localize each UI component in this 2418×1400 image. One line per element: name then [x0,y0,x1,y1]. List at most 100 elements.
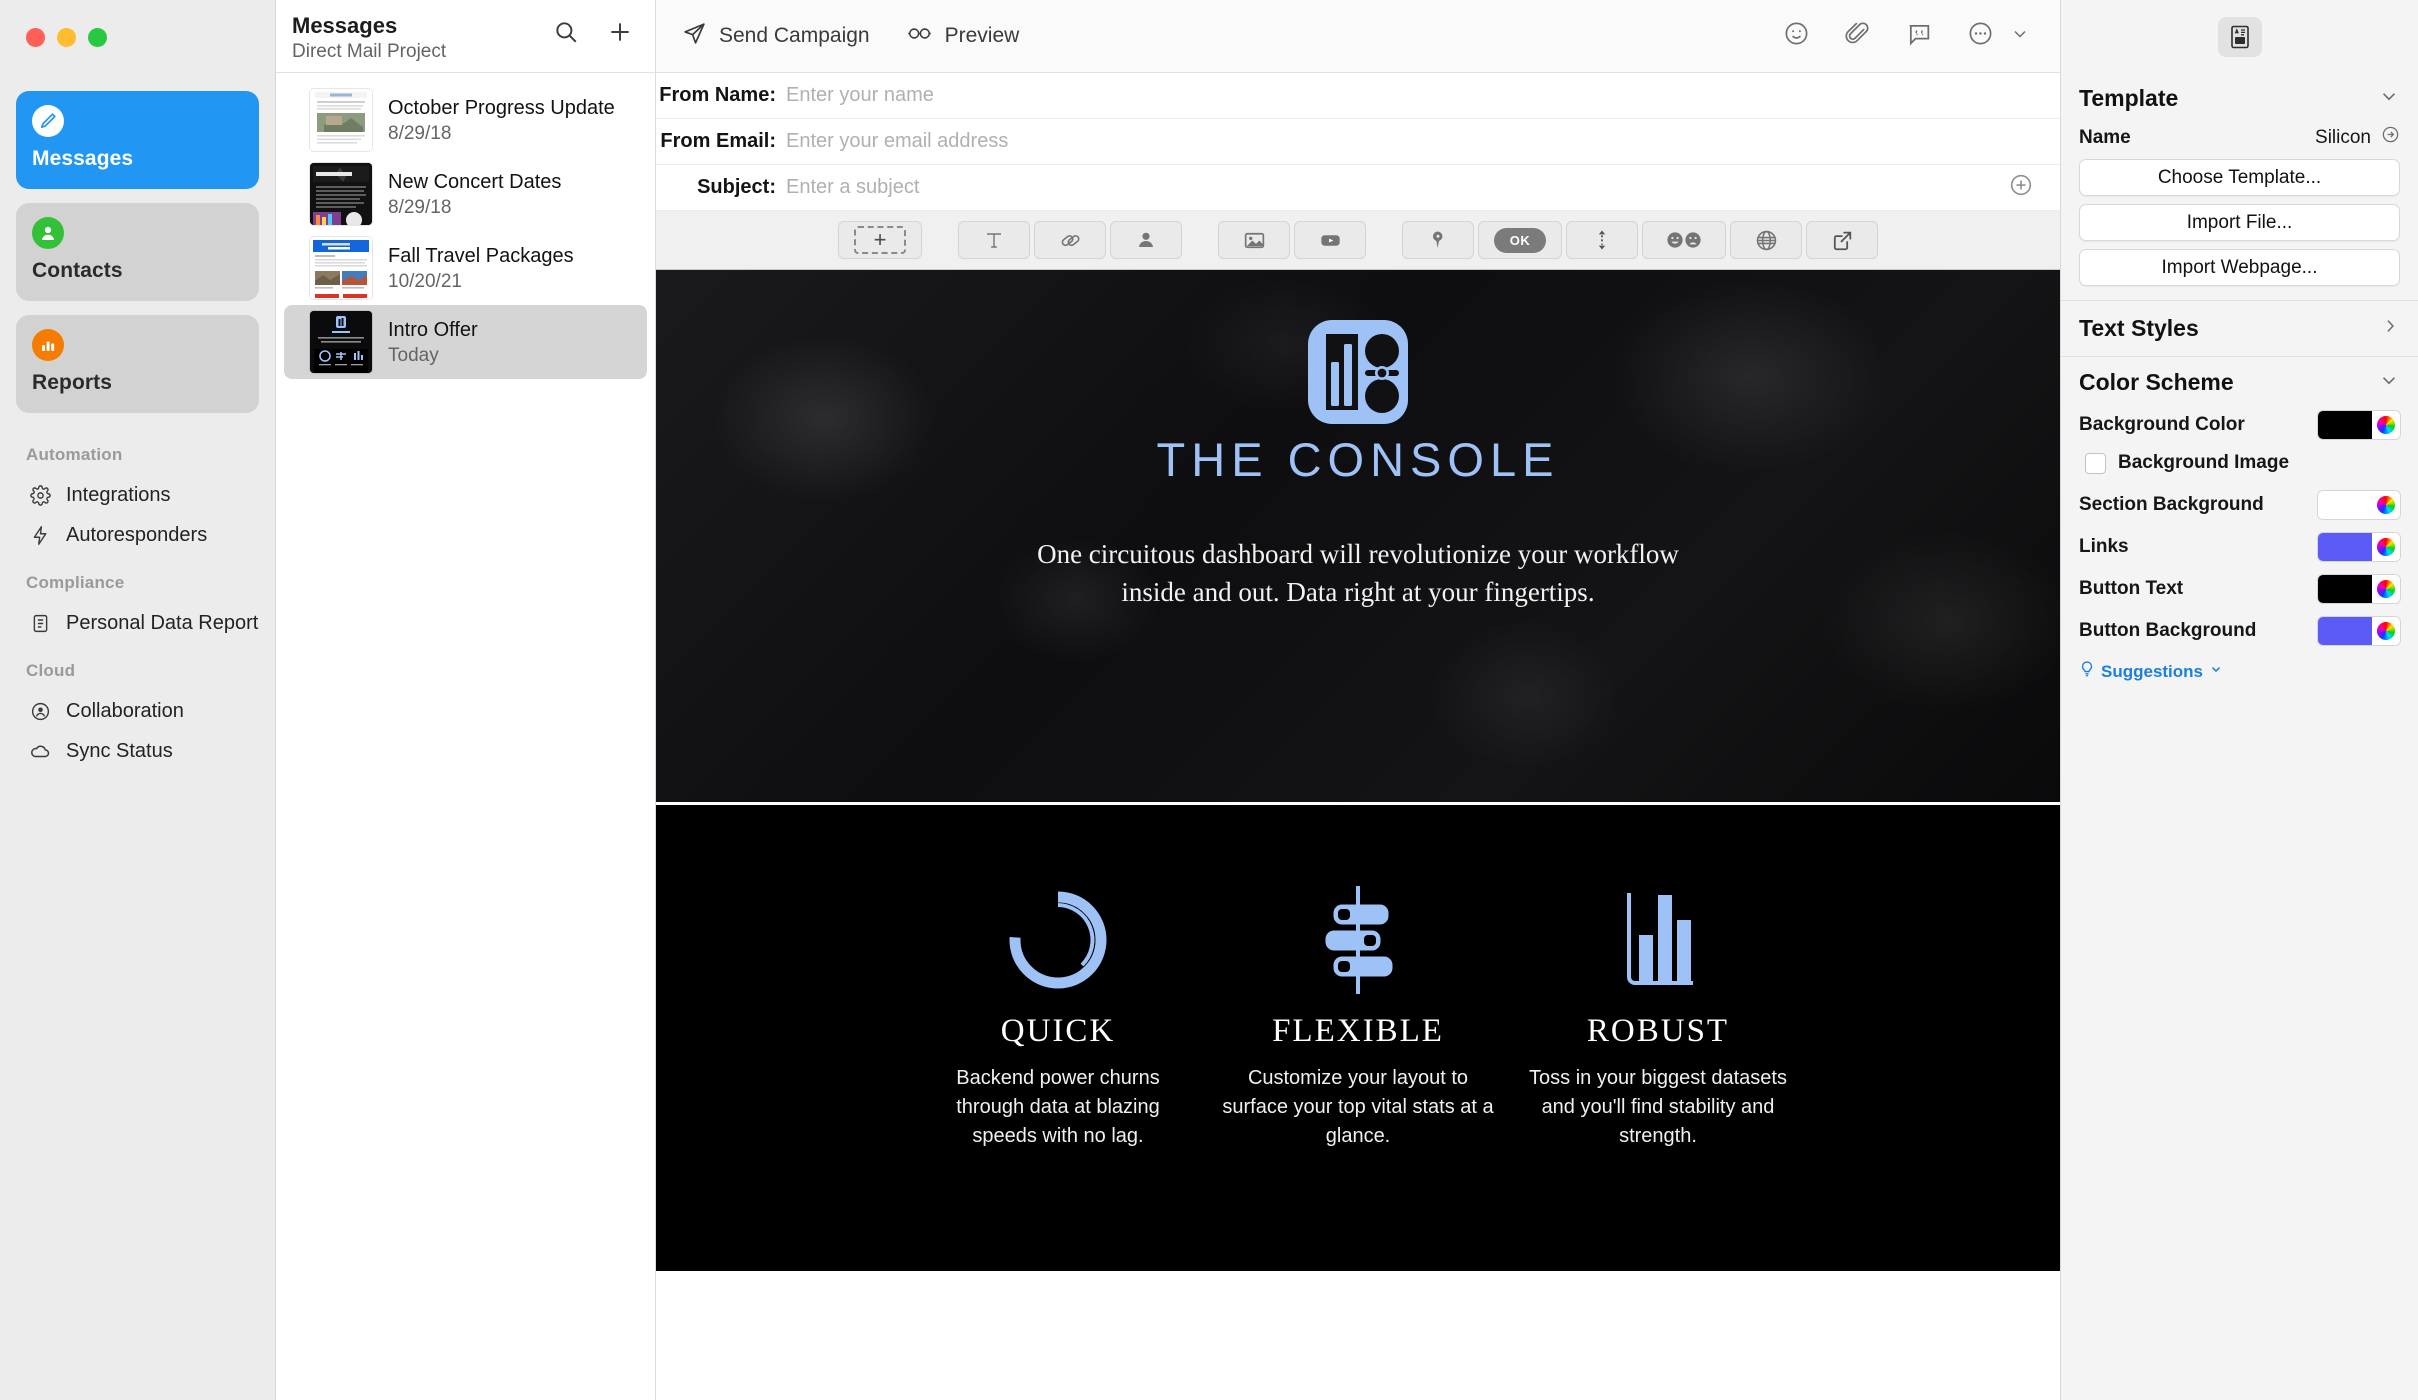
sidebar-item-collaboration[interactable]: Collaboration [0,691,275,731]
message-name: New Concert Dates [388,170,562,193]
inspector-section-color-scheme: Color Scheme Background Color Background… [2061,357,2418,697]
list-item[interactable]: October Progress Update 8/29/18 [284,83,647,157]
page-title: Messages [292,13,398,38]
import-file-button[interactable]: Import File... [2079,204,2400,241]
link-icon[interactable] [1034,221,1106,259]
bolt-icon [28,523,52,547]
minimize-button[interactable] [57,28,76,47]
person-icon[interactable] [1110,221,1182,259]
person-icon [32,217,64,249]
background-image-checkbox[interactable] [2085,452,2106,474]
sidebar-item-integrations[interactable]: Integrations [0,475,275,515]
globe-icon[interactable] [1730,221,1802,259]
happy-sad-icon[interactable] [1642,221,1726,259]
sidebar-group-title-compliance: Compliance [26,573,125,592]
sidebar-item-label: Messages [32,147,134,170]
sidebar-item-personal-data-report[interactable]: Personal Data Report [0,603,275,643]
color-row-background-color: Background Color [2079,404,2400,446]
plus-circle-icon[interactable] [2008,172,2034,203]
ok-button-icon[interactable]: OK [1478,221,1562,259]
feature-robust[interactable]: ROBUST Toss in your biggest datasets and… [1508,875,1808,1151]
ok-pill-label: OK [1493,227,1547,253]
sidebar-item-reports[interactable]: Reports [16,315,259,413]
chevron-down-icon[interactable] [2378,369,2400,396]
chevron-down-icon[interactable] [2209,662,2223,681]
links-color-swatch[interactable] [2318,533,2400,561]
color-fill [2318,533,2372,561]
close-button[interactable] [26,28,45,47]
button-text-color-swatch[interactable] [2318,575,2400,603]
list-item[interactable]: Intro Offer Today [284,305,647,379]
console-dashboard-logo [1308,320,1408,424]
sidebar-item-sync-status[interactable]: Sync Status [0,731,275,771]
color-wheel-icon[interactable] [2372,491,2400,519]
import-webpage-button[interactable]: Import Webpage... [2079,249,2400,286]
color-wheel-icon[interactable] [2372,533,2400,561]
feature-title: ROBUST [1586,1013,1730,1049]
sidebar-item-contacts[interactable]: Contacts [16,203,259,301]
email-tagline-line1: One circuitous dashboard will revolution… [1037,539,1679,569]
image-icon[interactable] [1218,221,1290,259]
video-icon[interactable] [1294,221,1366,259]
cloud-icon [28,739,52,763]
comment-quote-icon[interactable] [1905,20,1933,53]
field-row-from-name: From Name: [656,73,2060,119]
sidebar-item-autoresponders[interactable]: Autoresponders [0,515,275,555]
plus-icon[interactable] [607,19,633,50]
email-tagline-line2: inside and out. Data right at your finge… [1121,577,1595,608]
color-scheme-section-header[interactable]: Color Scheme [2079,357,2400,404]
text-styles-section-header[interactable]: Text Styles [2079,301,2400,356]
email-hero-section[interactable]: THE CONSOLE One circuitous dashboard wil… [656,270,2060,805]
email-features-section[interactable]: QUICK Backend power churns through data … [656,805,2060,1271]
color-wheel-icon[interactable] [2372,411,2400,439]
editor-group-add: + [838,221,922,259]
color-fill [2318,617,2372,645]
list-item[interactable]: New Concert Dates 8/29/18 [284,157,647,231]
chevron-down-icon[interactable] [2010,24,2030,49]
email-canvas[interactable]: THE CONSOLE One circuitous dashboard wil… [656,270,2060,1400]
color-wheel-icon[interactable] [2372,617,2400,645]
list-item[interactable]: Fall Travel Packages 10/20/21 [284,231,647,305]
from-email-input[interactable] [786,130,2034,153]
paperclip-icon[interactable] [1844,20,1871,52]
campaign-toolbar: Send Campaign Preview [656,0,2060,73]
template-heading: Template [2079,85,2179,111]
button-background-color-swatch[interactable] [2318,617,2400,645]
choose-template-button[interactable]: Choose Template... [2079,159,2400,196]
map-pin-icon[interactable] [1402,221,1474,259]
feature-flexible[interactable]: FLEXIBLE Customize your layout to surfac… [1208,875,1508,1151]
section-background-swatch[interactable] [2318,491,2400,519]
color-row-section-background: Section Background [2079,484,2400,526]
message-name: Intro Offer [388,318,478,341]
share-icon[interactable] [1806,221,1878,259]
from-name-input[interactable] [786,84,2034,107]
sidebar-item-label: Autoresponders [66,523,208,546]
chevron-right-icon[interactable] [2380,316,2400,341]
background-image-row[interactable]: Background Image [2079,446,2400,484]
chevron-down-icon[interactable] [2378,85,2400,112]
background-color-swatch[interactable] [2318,411,2400,439]
sidebar-item-messages[interactable]: Messages [16,91,259,189]
color-wheel-icon[interactable] [2372,575,2400,603]
subject-input[interactable] [786,176,2008,199]
message-thumbnail [310,237,372,299]
feature-quick[interactable]: QUICK Backend power churns through data … [908,875,1208,1151]
search-icon[interactable] [553,19,579,50]
message-date: 10/20/21 [388,270,462,292]
more-circle-icon[interactable] [1967,20,1994,52]
template-name-value: Silicon [2315,126,2371,148]
smiley-icon[interactable] [1783,20,1810,52]
template-section-header[interactable]: Template [2079,73,2400,120]
zoom-button[interactable] [88,28,107,47]
editor-group-extras: OK [1402,221,1878,259]
text-icon[interactable] [958,221,1030,259]
add-block-icon[interactable]: + [838,221,922,259]
arrow-right-circle-icon[interactable] [2381,125,2400,150]
template-layout-icon[interactable] [2217,16,2262,57]
preview-button[interactable]: Preview [906,20,1019,52]
feature-body: Toss in your biggest datasets and you'll… [1529,1067,1787,1147]
spacer-icon[interactable] [1566,221,1638,259]
suggestions-button[interactable]: Suggestions [2079,652,2400,697]
send-campaign-button[interactable]: Send Campaign [682,21,870,51]
from-name-label: From Name: [659,84,776,106]
